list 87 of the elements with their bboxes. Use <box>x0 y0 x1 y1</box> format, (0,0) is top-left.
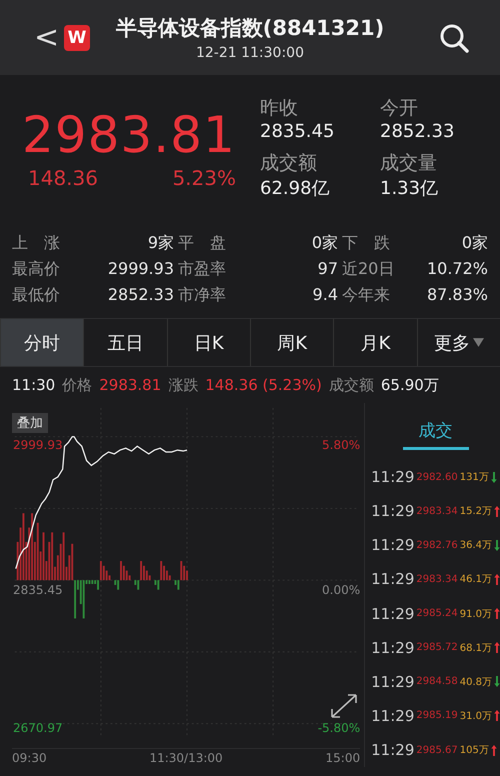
time-axis-label: 15:00 <box>326 751 360 765</box>
summary-value: 9家 <box>146 232 175 254</box>
summary-label: 近20日 <box>342 258 396 280</box>
stat-value: 62.98亿 <box>260 177 331 200</box>
summary-value: 97 <box>316 258 339 280</box>
chart-tab[interactable]: 更多 <box>416 319 500 366</box>
timestamp: 12-21 11:30:00 <box>196 45 304 61</box>
trade-volume: 91.0万 <box>460 608 492 620</box>
trades-tab[interactable]: 成交 <box>402 419 469 450</box>
app-logo-icon: W <box>64 24 90 50</box>
trade-price: 2982.76 <box>416 540 458 551</box>
trade-volume: 36.4万 <box>460 539 492 552</box>
summary-value: 87.83% <box>426 284 489 306</box>
info-amount: 65.90万 <box>380 376 439 394</box>
trade-volume: 68.1万 <box>460 642 492 655</box>
chart-tab[interactable]: 月K <box>333 319 417 366</box>
trade-volume: 31.0万 <box>460 710 492 723</box>
info-label: 成交额 <box>328 376 374 394</box>
stat-label: 昨收 <box>260 96 299 121</box>
trade-price: 2985.72 <box>416 642 458 654</box>
trade-price: 2984.58 <box>416 676 458 688</box>
axis-label: 5.80% <box>322 438 360 452</box>
current-price: 2983.81 <box>22 106 237 164</box>
trade-price: 2983.34 <box>416 506 458 517</box>
chart-tab[interactable]: 日K <box>166 319 250 366</box>
trade-time: 11:29 <box>371 706 414 725</box>
search-icon[interactable] <box>438 22 470 54</box>
stat-label: 成交额 <box>260 151 318 176</box>
expand-icon[interactable] <box>330 693 358 719</box>
summary-value: 0家 <box>460 232 489 254</box>
trade-price: 2985.19 <box>416 710 458 722</box>
summary-label: 下 跌 <box>342 232 391 254</box>
trade-time: 11:29 <box>371 570 414 588</box>
trade-volume: 40.8万 <box>460 676 492 689</box>
axis-label: 0.00% <box>322 583 360 597</box>
caret-icon <box>472 338 484 347</box>
trade-volume: 105万 <box>460 744 489 757</box>
summary-label: 最低价 <box>12 284 61 306</box>
info-label: 价格 <box>62 376 92 394</box>
stat-value: 2835.45 <box>260 121 336 142</box>
info-price: 2983.81 <box>99 376 162 394</box>
trade-price: 2983.34 <box>416 574 458 585</box>
summary-value: 9.4 <box>312 284 339 306</box>
trade-time: 11:29 <box>371 672 414 691</box>
price-change: 148.36 <box>28 166 98 190</box>
chart-tab[interactable]: 分时 <box>0 319 84 366</box>
summary-value: 2999.93 <box>106 258 175 280</box>
stat-value: 2852.33 <box>380 121 456 142</box>
summary-label: 市盈率 <box>178 258 227 280</box>
time-axis-label: 11:30/13:00 <box>149 751 223 765</box>
summary-value: 0家 <box>310 232 339 254</box>
trade-time: 11:29 <box>371 468 414 486</box>
trade-volume: 46.1万 <box>460 573 492 586</box>
trade-time: 11:29 <box>371 536 414 554</box>
stat-label: 成交量 <box>380 151 438 176</box>
summary-label: 最高价 <box>12 258 61 280</box>
index-title: 半导体设备指数(8841321) <box>116 15 384 42</box>
trade-volume: 131万 <box>460 471 489 484</box>
info-label: 涨跌 <box>168 376 198 394</box>
trade-time: 11:29 <box>371 741 414 759</box>
stat-value: 1.33亿 <box>380 177 440 200</box>
summary-label: 今年来 <box>342 284 391 306</box>
trade-time: 11:29 <box>371 638 414 657</box>
axis-label: 2670.97 <box>13 721 63 735</box>
info-change: 148.36 (5.23%) <box>205 376 322 394</box>
info-time: 11:30 <box>12 376 56 394</box>
axis-label: 2835.45 <box>13 583 63 597</box>
back-button[interactable]: < <box>34 20 56 55</box>
time-axis-label: 09:30 <box>12 751 47 765</box>
summary-value: 2852.33 <box>106 284 175 306</box>
axis-label: 2999.93 <box>13 438 63 452</box>
axis-label: -5.80% <box>318 721 360 735</box>
summary-label: 上 涨 <box>12 232 61 254</box>
summary-label: 市净率 <box>178 284 227 306</box>
trade-time: 11:29 <box>371 604 414 622</box>
stat-label: 今开 <box>380 96 419 121</box>
trade-price: 2985.24 <box>416 608 458 619</box>
summary-label: 平 盘 <box>178 232 227 254</box>
percent-change: 5.23% <box>172 166 236 190</box>
trade-price: 2985.67 <box>416 744 458 756</box>
trade-time: 11:29 <box>371 502 414 520</box>
chart-tab[interactable]: 五日 <box>83 319 167 366</box>
trade-price: 2982.60 <box>416 472 458 482</box>
trade-volume: 15.2万 <box>460 505 492 518</box>
overlay-button[interactable]: 叠加 <box>12 413 48 433</box>
summary-value: 10.72% <box>426 258 489 280</box>
chart-tab[interactable]: 周K <box>250 319 334 366</box>
